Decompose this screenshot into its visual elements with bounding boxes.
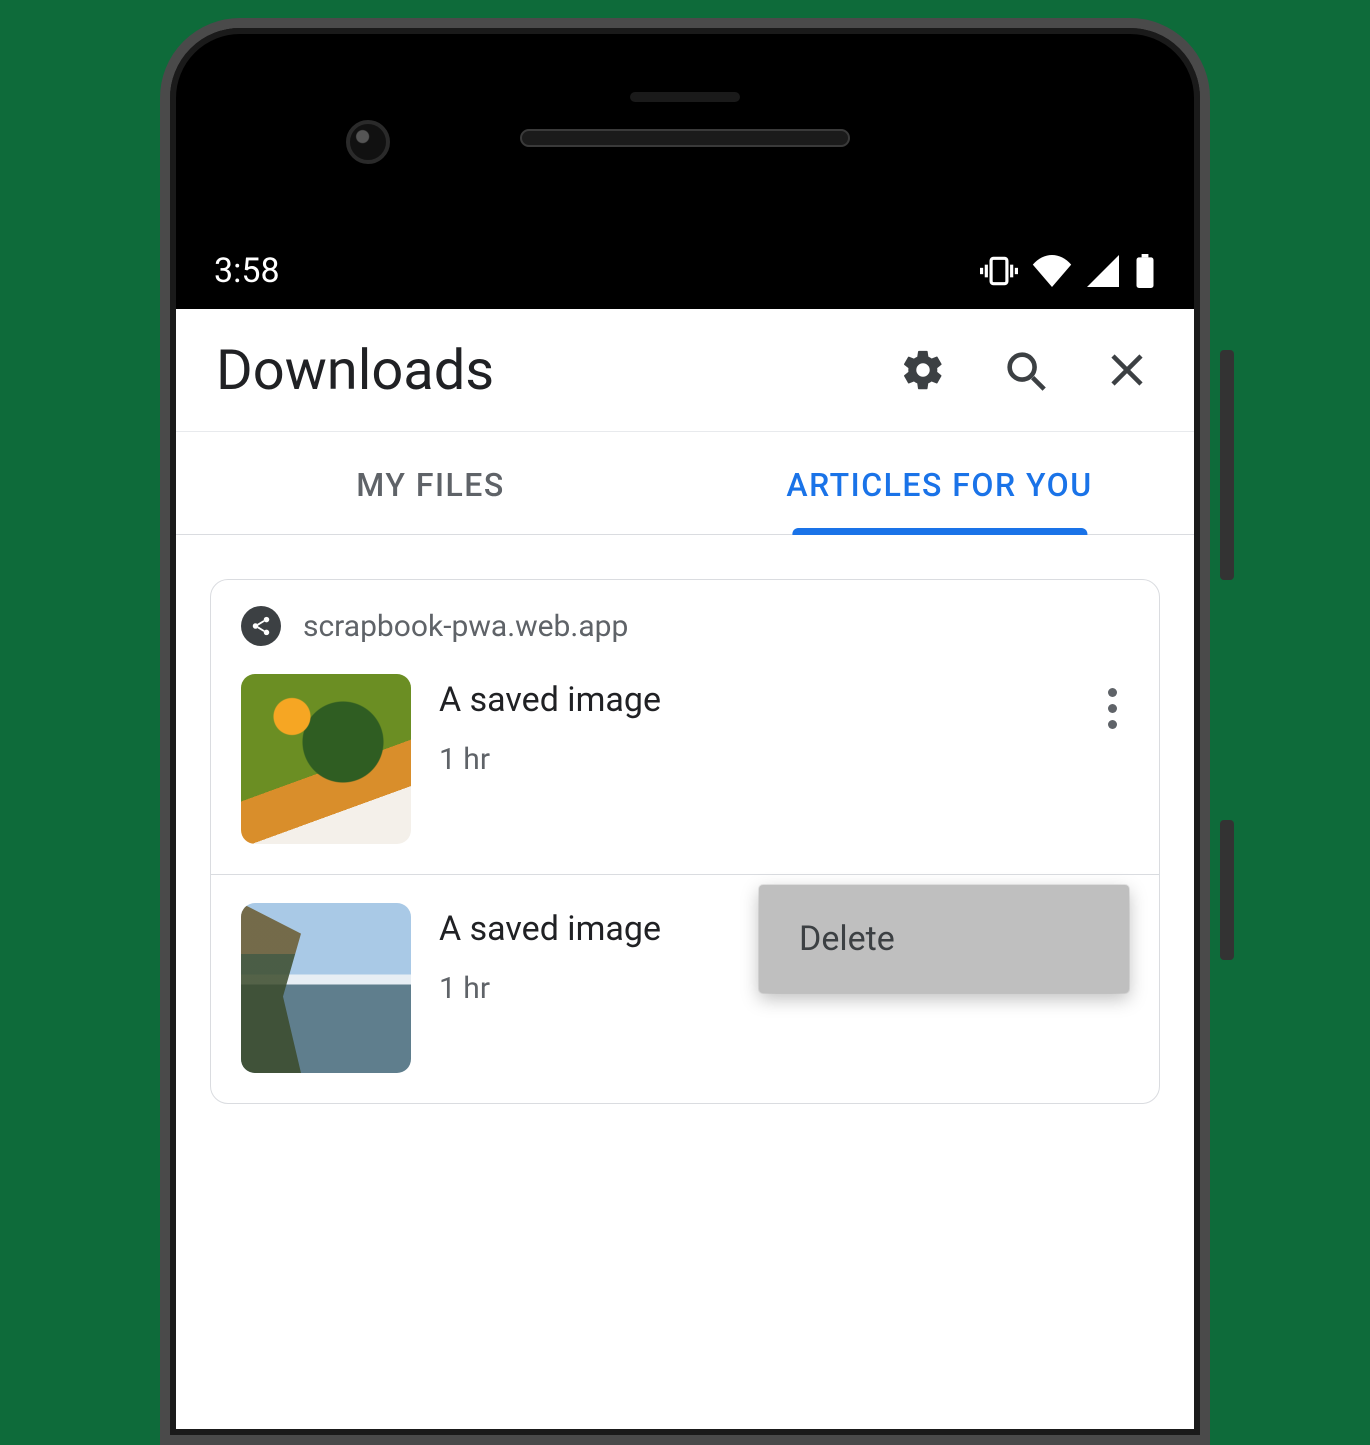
cell-signal-icon bbox=[1086, 255, 1120, 287]
search-icon bbox=[1002, 347, 1048, 393]
menu-item-label: Delete bbox=[799, 919, 895, 959]
phone-side-button bbox=[1220, 820, 1234, 960]
share-icon bbox=[241, 606, 281, 646]
item-thumbnail bbox=[241, 903, 411, 1073]
download-item[interactable]: A saved image 1 hr bbox=[211, 666, 1159, 874]
phone-hardware-top bbox=[176, 34, 1194, 239]
tab-bar: MY FILES ARTICLES FOR YOU bbox=[176, 432, 1194, 535]
status-bar: 3:58 bbox=[176, 239, 1194, 309]
close-icon bbox=[1106, 349, 1148, 391]
settings-button[interactable] bbox=[896, 343, 950, 397]
card-source-host: scrapbook-pwa.web.app bbox=[303, 609, 628, 644]
card-source-header: scrapbook-pwa.web.app bbox=[211, 580, 1159, 666]
battery-icon bbox=[1134, 254, 1156, 288]
close-button[interactable] bbox=[1100, 343, 1154, 397]
tab-my-files[interactable]: MY FILES bbox=[176, 432, 685, 534]
more-vert-icon bbox=[1108, 688, 1117, 697]
status-time: 3:58 bbox=[214, 251, 280, 291]
download-item[interactable]: A saved image 1 hr Delete bbox=[211, 874, 1159, 1103]
tab-label: MY FILES bbox=[356, 466, 504, 504]
gear-icon bbox=[900, 347, 946, 393]
menu-item-delete[interactable]: Delete bbox=[759, 885, 1129, 993]
item-overflow-button[interactable] bbox=[1100, 680, 1125, 737]
app-screen: Downloads bbox=[176, 309, 1194, 1429]
page-title: Downloads bbox=[216, 337, 896, 403]
item-age: 1 hr bbox=[439, 742, 1129, 777]
search-button[interactable] bbox=[998, 343, 1052, 397]
tab-label: ARTICLES FOR YOU bbox=[786, 466, 1092, 504]
tab-articles-for-you[interactable]: ARTICLES FOR YOU bbox=[685, 432, 1194, 534]
phone-frame: 3:58 bbox=[160, 0, 1210, 1439]
item-title: A saved image bbox=[439, 680, 1129, 720]
wifi-icon bbox=[1032, 255, 1072, 287]
downloads-group-card: scrapbook-pwa.web.app A saved image 1 hr bbox=[210, 579, 1160, 1104]
phone-side-button bbox=[1220, 350, 1234, 580]
context-menu: Delete bbox=[759, 885, 1129, 993]
item-thumbnail bbox=[241, 674, 411, 844]
vibrate-icon bbox=[980, 255, 1018, 287]
app-bar: Downloads bbox=[176, 309, 1194, 432]
